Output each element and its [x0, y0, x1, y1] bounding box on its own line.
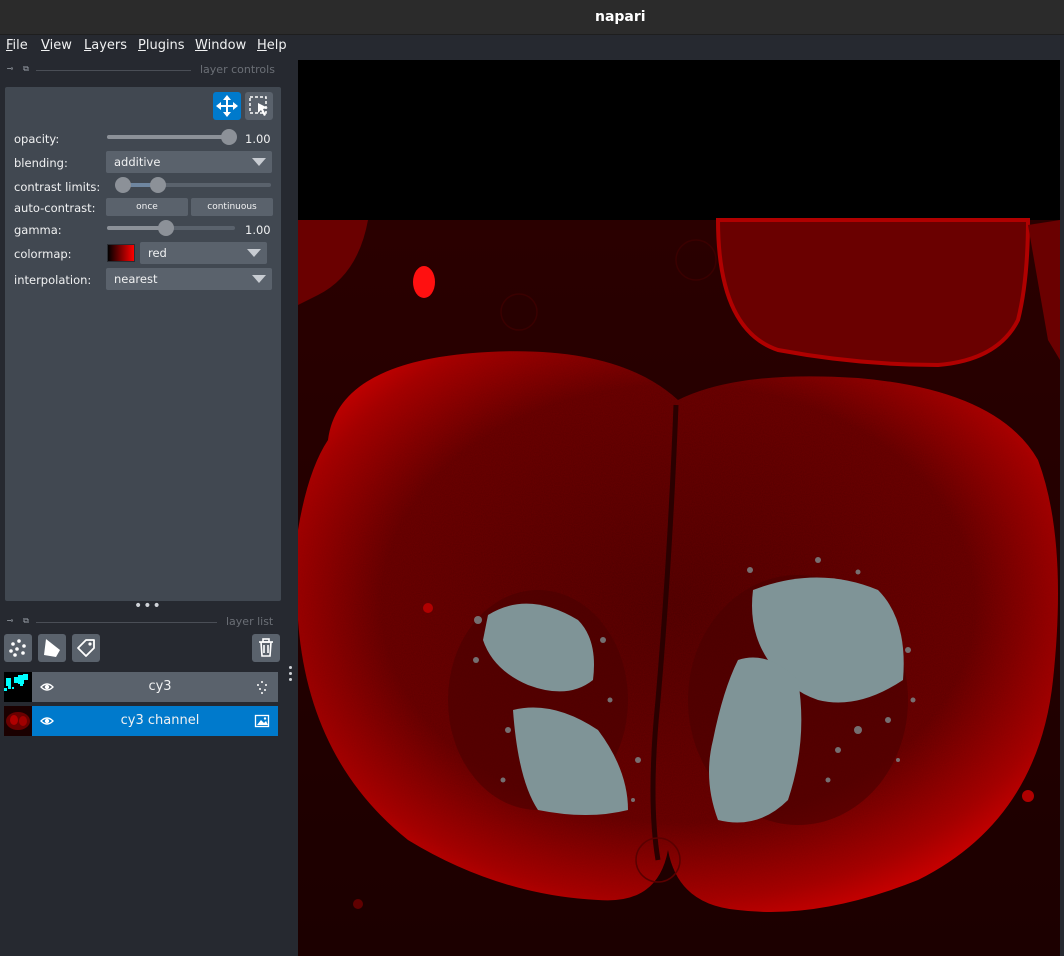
- gamma-label: gamma:: [14, 223, 62, 237]
- contrast-limits-high-handle[interactable]: [150, 177, 166, 193]
- dock-float-icon[interactable]: ⊸: [5, 64, 15, 74]
- interpolation-label: interpolation:: [14, 273, 92, 287]
- gamma-slider-handle[interactable]: [158, 220, 175, 236]
- colormap-preview: [107, 244, 135, 262]
- interpolation-value: nearest: [114, 272, 158, 286]
- dock-title-label: layer list: [226, 615, 274, 628]
- auto-contrast-once-button[interactable]: once: [106, 198, 188, 216]
- delete-layer-button[interactable]: [252, 634, 280, 662]
- contrast-limits-low-handle[interactable]: [115, 177, 131, 193]
- new-shapes-layer-button[interactable]: [38, 634, 66, 662]
- layer-controls-panel: opacity: 1.00 blending: additive contras…: [5, 87, 281, 601]
- dock-title-label: layer controls: [200, 63, 275, 76]
- layer-row-cy3[interactable]: cy3: [4, 672, 278, 702]
- title-bar: napari: [0, 0, 1064, 35]
- chevron-down-icon: [247, 249, 261, 257]
- layer-row-body[interactable]: cy3: [32, 672, 278, 702]
- opacity-value: 1.00: [245, 132, 271, 146]
- eye-visibility-icon[interactable]: [40, 680, 54, 694]
- menu-plugins[interactable]: Plugins: [138, 38, 185, 53]
- new-points-icon: [9, 639, 26, 657]
- gamma-value: 1.00: [245, 223, 271, 237]
- layer-thumbnail: [4, 672, 32, 702]
- new-labels-icon: [77, 639, 95, 657]
- colormap-value: red: [148, 246, 167, 260]
- chevron-down-icon: [252, 158, 266, 166]
- opacity-slider-handle[interactable]: [221, 129, 237, 145]
- dock-close-icon[interactable]: ⧉: [21, 64, 31, 74]
- move-arrows-icon: [216, 95, 238, 117]
- points-layer-icon: [257, 681, 267, 694]
- layer-row-cy3-channel[interactable]: cy3 channel: [4, 706, 278, 736]
- contrast-limits-label: contrast limits:: [14, 180, 101, 194]
- dock-close-icon[interactable]: ⧉: [21, 616, 31, 626]
- layer-controls-dock-title: ⊸ ⧉ layer controls: [0, 61, 298, 79]
- blending-combobox[interactable]: additive: [106, 151, 272, 173]
- layer-list-dock-title: ⊸ ⧉ layer list: [0, 613, 298, 631]
- transform-mode-button[interactable]: [245, 92, 273, 120]
- layer-name[interactable]: cy3: [72, 679, 248, 694]
- layer-name[interactable]: cy3 channel: [72, 713, 248, 728]
- new-points-layer-button[interactable]: [4, 634, 32, 662]
- new-labels-layer-button[interactable]: [72, 634, 100, 662]
- new-shapes-icon: [44, 639, 60, 657]
- chevron-down-icon: [252, 275, 266, 283]
- layer-list-splitter-handle[interactable]: [289, 666, 293, 684]
- menu-file[interactable]: File: [6, 38, 28, 53]
- image-layer-icon: [254, 714, 270, 728]
- window-title: napari: [595, 9, 646, 25]
- menu-help[interactable]: Help: [257, 38, 287, 53]
- dock-title-line: [36, 70, 191, 71]
- interpolation-combobox[interactable]: nearest: [106, 268, 272, 290]
- trash-icon: [259, 638, 273, 657]
- transform-select-icon: [249, 96, 268, 116]
- image-canvas[interactable]: [298, 60, 1060, 956]
- dock-splitter-handle[interactable]: •••: [134, 599, 162, 613]
- microscopy-image: [298, 60, 1060, 956]
- opacity-label: opacity:: [14, 132, 60, 146]
- blending-value: additive: [114, 155, 161, 169]
- pan-zoom-mode-button[interactable]: [213, 92, 241, 120]
- menu-bar: File View Layers Plugins Window Help: [0, 35, 1064, 57]
- menu-window[interactable]: Window: [195, 38, 246, 53]
- layer-row-body[interactable]: cy3 channel: [32, 706, 278, 736]
- dock-float-icon[interactable]: ⊸: [5, 616, 15, 626]
- blending-label: blending:: [14, 156, 68, 170]
- colormap-label: colormap:: [14, 247, 72, 261]
- auto-contrast-label: auto-contrast:: [14, 201, 96, 215]
- layer-thumbnail: [4, 706, 32, 736]
- colormap-combobox[interactable]: red: [140, 242, 267, 264]
- eye-visibility-icon[interactable]: [40, 714, 54, 728]
- opacity-slider-fill: [107, 135, 229, 139]
- menu-layers[interactable]: Layers: [84, 38, 127, 53]
- dock-title-line: [36, 622, 217, 623]
- menu-view[interactable]: View: [41, 38, 72, 53]
- auto-contrast-continuous-button[interactable]: continuous: [191, 198, 273, 216]
